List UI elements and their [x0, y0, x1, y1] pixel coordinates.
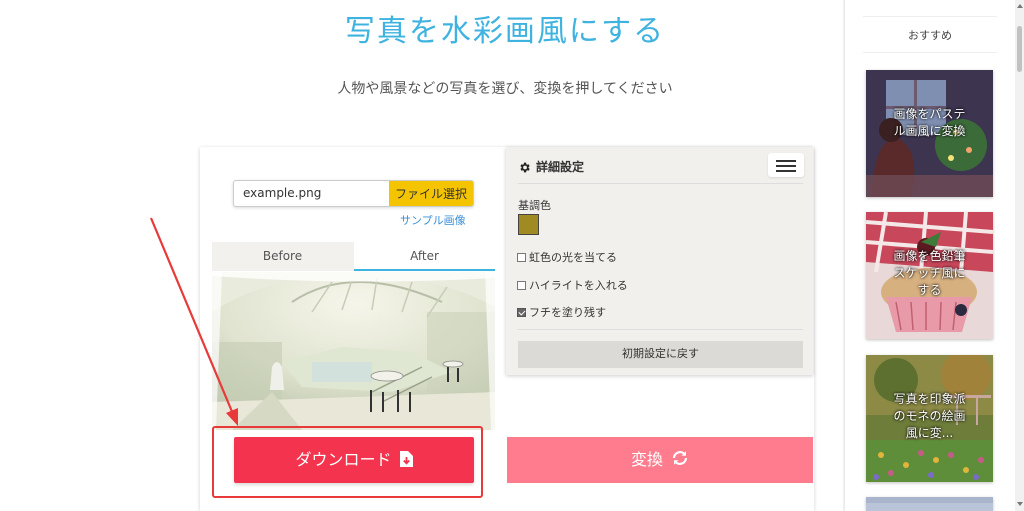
- tab-before[interactable]: Before: [212, 242, 353, 271]
- menu-icon: [776, 160, 796, 162]
- reset-settings-button[interactable]: 初期設定に戻す: [518, 341, 803, 368]
- scroll-down-arrow-icon[interactable]: [1017, 502, 1023, 506]
- base-color-swatch[interactable]: [518, 214, 539, 235]
- scroll-thumb[interactable]: [1017, 26, 1022, 72]
- sidebar: おすすめ 画像をパステル画風に変換 画像を色鉛筆スケッチ風にする 写真を印象派の…: [845, 0, 1015, 511]
- convert-label: 変換: [630, 450, 663, 469]
- thumbnail-image: [866, 497, 993, 511]
- preview-image: [212, 272, 495, 430]
- option-rainbow-light[interactable]: 虹色の光を当てる: [517, 249, 617, 264]
- file-name: example.png: [243, 186, 322, 200]
- scrollbar[interactable]: [1015, 0, 1024, 511]
- checkbox-checked[interactable]: [517, 308, 526, 317]
- checkbox[interactable]: [517, 281, 526, 290]
- file-input[interactable]: example.png ファイル選択: [233, 180, 474, 207]
- menu-icon-bar: [776, 165, 796, 167]
- option-highlight[interactable]: ハイライトを入れる: [517, 277, 628, 292]
- convert-button[interactable]: 変換: [507, 437, 813, 483]
- option-label: フチを塗り残す: [529, 306, 606, 319]
- download-highlight-annotation: [212, 426, 483, 498]
- settings-panel: 詳細設定 基調色 虹色の光を当てる ハイライトを入れる フチを塗り残す 初期設定…: [506, 147, 813, 375]
- menu-icon-bar: [776, 170, 796, 172]
- base-color-label: 基調色: [518, 199, 551, 212]
- tab-after[interactable]: After: [354, 242, 495, 271]
- option-leave-edges[interactable]: フチを塗り残す: [517, 304, 606, 319]
- sidebar-heading: おすすめ: [863, 16, 997, 53]
- recommendation-colored-pencil[interactable]: 画像を色鉛筆スケッチ風にする: [866, 212, 993, 339]
- checkbox[interactable]: [517, 253, 526, 262]
- gear-icon: [518, 159, 532, 173]
- divider: [518, 329, 803, 330]
- file-select-button[interactable]: ファイル選択: [389, 181, 473, 206]
- recommendation-label: 画像を色鉛筆スケッチ風にする: [893, 249, 966, 297]
- recommendation-pastel[interactable]: 画像をパステル画風に変換: [866, 70, 993, 197]
- settings-title: 詳細設定: [536, 160, 585, 174]
- scroll-up-arrow-icon[interactable]: [1017, 4, 1023, 8]
- recommendation-label: 写真を印象派のモネの絵画風に変...: [893, 392, 966, 440]
- recommendation-partial[interactable]: [866, 497, 993, 511]
- option-label: 虹色の光を当てる: [529, 251, 617, 264]
- recommendation-monet[interactable]: 写真を印象派のモネの絵画風に変...: [866, 355, 993, 482]
- settings-header: 詳細設定: [518, 153, 804, 184]
- preview-tabs: Before After: [212, 242, 495, 271]
- recommendation-label: 画像をパステル画風に変換: [893, 107, 966, 138]
- refresh-icon: [671, 439, 689, 485]
- sample-image-link[interactable]: サンプル画像: [400, 212, 466, 228]
- option-label: ハイライトを入れる: [529, 279, 628, 292]
- settings-menu-button[interactable]: [768, 153, 804, 177]
